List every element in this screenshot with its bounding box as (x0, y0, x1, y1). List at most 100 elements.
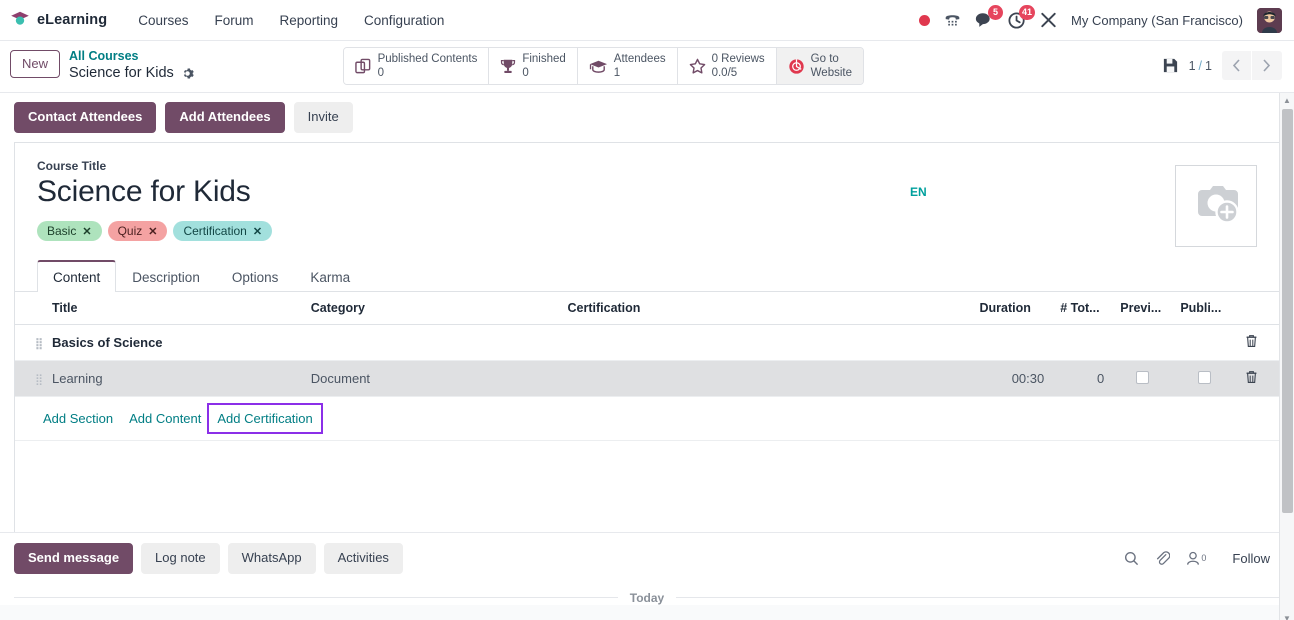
tag-certification[interactable]: Certification ✕ (173, 221, 273, 242)
stat-value: 0.0/5 (711, 67, 738, 79)
row-total-views[interactable]: 0 (1052, 360, 1113, 398)
caret-up-icon[interactable]: ▲ (1280, 93, 1294, 107)
header-published[interactable]: Publi... (1172, 292, 1237, 326)
add-attendees-button[interactable]: Add Attendees (165, 102, 285, 133)
course-image-upload[interactable] (1175, 164, 1257, 247)
tab-description[interactable]: Description (116, 261, 216, 292)
header-preview[interactable]: Previ... (1112, 292, 1173, 326)
close-icon[interactable]: ✕ (82, 225, 91, 238)
tag-basic[interactable]: Basic ✕ (37, 221, 102, 242)
row-title[interactable]: Learning (43, 360, 303, 398)
stat-button-finished[interactable]: Finished 0 (489, 48, 578, 84)
followers-count: 0 (1201, 553, 1207, 564)
drag-handle-icon[interactable]: ⣿ (15, 324, 44, 362)
row-certification[interactable] (559, 360, 972, 398)
header-certification[interactable]: Certification (559, 292, 972, 326)
tools-icon[interactable] (1040, 12, 1057, 28)
scrollbar-thumb[interactable] (1282, 109, 1293, 513)
language-badge[interactable]: EN (910, 185, 927, 199)
phone-dialpad-icon[interactable] (944, 12, 961, 28)
chatter-buttons: Send message Log note WhatsApp Activitie… (14, 542, 403, 574)
page-body: Contact Attendees Add Attendees Invite C… (0, 93, 1294, 620)
row-duration[interactable] (971, 324, 1053, 362)
whatsapp-button[interactable]: WhatsApp (227, 542, 316, 574)
log-note-button[interactable]: Log note (141, 542, 220, 574)
row-total-views[interactable] (1052, 324, 1113, 362)
app-brand[interactable]: eLearning (10, 11, 107, 30)
chatter: Send message Log note WhatsApp Activitie… (0, 531, 1294, 605)
menu-item-courses[interactable]: Courses (125, 7, 201, 34)
pager-previous-button[interactable] (1221, 51, 1252, 80)
table-row[interactable]: ⣿ Learning Document 00:30 0 (15, 360, 1279, 398)
gear-icon[interactable] (181, 67, 194, 80)
close-icon[interactable]: ✕ (253, 225, 262, 238)
add-row-controls: Add Section Add Content Add Certificatio… (15, 397, 1279, 442)
stat-title: Attendees (613, 52, 666, 65)
record-dot-icon[interactable] (919, 14, 931, 26)
follow-button[interactable]: Follow (1222, 546, 1280, 571)
activities-clock-icon[interactable]: 41 (1008, 4, 1036, 29)
tab-content[interactable]: Content (37, 260, 117, 293)
save-icon[interactable] (1162, 57, 1179, 74)
add-section-link[interactable]: Add Section (35, 407, 121, 430)
tab-options[interactable]: Options (216, 261, 295, 292)
date-separator: Today (14, 590, 1281, 605)
chatter-toolbar: Send message Log note WhatsApp Activitie… (14, 542, 1280, 574)
caret-down-icon[interactable]: ▼ (1280, 611, 1294, 620)
menu-item-reporting[interactable]: Reporting (267, 7, 352, 34)
followers-button[interactable]: 0 (1186, 551, 1206, 566)
row-preview-checkbox[interactable] (1112, 360, 1173, 398)
close-icon[interactable]: ✕ (148, 225, 157, 238)
stat-button-published-contents[interactable]: Published Contents 0 (343, 48, 490, 84)
menu-item-forum[interactable]: Forum (201, 7, 266, 34)
table-row[interactable]: ⣿ Basics of Science (15, 324, 1279, 362)
add-content-link[interactable]: Add Content (121, 407, 209, 430)
stat-title: Published Contents (377, 52, 478, 65)
tag-quiz[interactable]: Quiz ✕ (107, 221, 168, 242)
row-certification[interactable] (559, 324, 972, 362)
graduation-cap-icon (589, 59, 608, 74)
delete-row-button[interactable] (1236, 360, 1279, 398)
stat-button-go-to-website[interactable]: Go to Website (776, 48, 863, 84)
date-separator-label: Today (629, 590, 665, 605)
user-avatar[interactable] (1257, 7, 1282, 33)
course-title-value[interactable]: Science for Kids (37, 175, 272, 210)
header-duration[interactable]: Duration (971, 292, 1053, 326)
row-published (1172, 324, 1237, 362)
add-certification-link[interactable]: Add Certification (207, 403, 323, 435)
company-selector[interactable]: My Company (San Francisco) (1071, 13, 1243, 28)
app-name: eLearning (37, 12, 108, 28)
vertical-scrollbar[interactable]: ▲ ▼ (1279, 93, 1294, 620)
stat-button-attendees[interactable]: Attendees 1 (577, 48, 678, 84)
tab-karma[interactable]: Karma (294, 261, 366, 292)
row-duration[interactable]: 00:30 (971, 360, 1053, 398)
messages-icon[interactable]: 5 (975, 5, 1004, 28)
header-category[interactable]: Category (302, 292, 560, 326)
row-category[interactable] (302, 324, 560, 362)
new-record-button[interactable]: New (10, 50, 61, 79)
paperclip-icon[interactable] (1155, 550, 1171, 566)
row-published-checkbox[interactable] (1172, 360, 1237, 398)
form-sheet: Course Title Science for Kids Basic ✕ Qu… (14, 141, 1280, 532)
tag-label: Quiz (117, 224, 143, 239)
invite-button[interactable]: Invite (293, 102, 353, 133)
breadcrumb-parent-link[interactable]: All Courses (69, 48, 194, 64)
header-total-views[interactable]: # Tot... (1052, 292, 1113, 326)
stat-value: 0 (522, 67, 529, 79)
stat-button-reviews[interactable]: 0 Reviews 0.0/5 (677, 48, 777, 84)
row-title[interactable]: Basics of Science (43, 324, 303, 362)
stat-value: Website (810, 67, 852, 79)
contact-attendees-button[interactable]: Contact Attendees (14, 102, 157, 133)
pager-current[interactable]: 1 (1189, 59, 1196, 73)
trophy-icon (500, 58, 516, 75)
search-icon[interactable] (1124, 551, 1139, 566)
activities-button[interactable]: Activities (323, 542, 403, 574)
sheet-filler (37, 441, 1257, 517)
delete-row-button[interactable] (1236, 324, 1279, 362)
pager-next-button[interactable] (1251, 51, 1282, 80)
drag-handle-icon[interactable]: ⣿ (15, 360, 44, 398)
row-category[interactable]: Document (302, 360, 560, 398)
header-title[interactable]: Title (43, 292, 303, 326)
send-message-button[interactable]: Send message (14, 542, 134, 574)
menu-item-configuration[interactable]: Configuration (351, 7, 457, 34)
